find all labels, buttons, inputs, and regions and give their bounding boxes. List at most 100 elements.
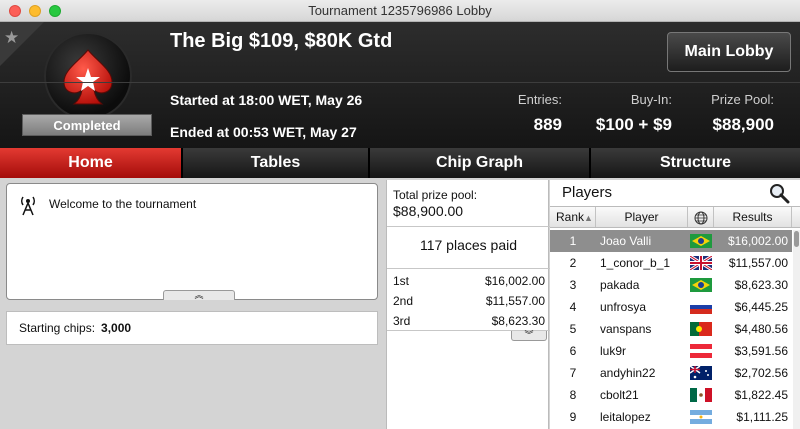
players-panel: Players Rank▲ Player Results 1 Joao Valli… bbox=[550, 180, 800, 429]
payout-row: 3rd $8,623.30 bbox=[393, 314, 545, 328]
payout-amount: $8,623.30 bbox=[491, 314, 545, 328]
window-titlebar: Tournament 1235796986 Lobby bbox=[0, 0, 800, 22]
tab-tables[interactable]: Tables bbox=[183, 148, 370, 178]
antenna-icon bbox=[17, 194, 39, 219]
starting-chips-box: Starting chips: 3,000 bbox=[6, 311, 378, 345]
welcome-panel: Welcome to the tournament ︽ bbox=[6, 183, 378, 300]
player-result: $4,480.56 bbox=[734, 322, 788, 336]
player-result: $11,557.00 bbox=[728, 256, 788, 270]
player-name: Joao Valli bbox=[600, 234, 652, 248]
players-table-header: Rank▲ Player Results bbox=[550, 206, 800, 228]
minimize-window-button[interactable] bbox=[29, 5, 41, 17]
tab-chip-graph[interactable]: Chip Graph bbox=[370, 148, 591, 178]
entries-value: 889 bbox=[533, 115, 562, 134]
player-row[interactable]: 5 vanspans $4,480.56 bbox=[550, 318, 792, 340]
entries-label: Entries: bbox=[517, 92, 562, 107]
welcome-text: Welcome to the tournament bbox=[49, 197, 197, 211]
player-rank: 2 bbox=[569, 256, 577, 270]
austria-flag-icon bbox=[688, 340, 714, 362]
column-player[interactable]: Player bbox=[596, 207, 688, 227]
column-rank-label: Rank bbox=[556, 210, 585, 224]
payout-place: 2nd bbox=[393, 294, 414, 308]
expand-payouts-button[interactable]: ︾ bbox=[511, 331, 547, 341]
player-row[interactable]: 1 Joao Valli $16,002.00 bbox=[550, 230, 792, 252]
header-divider bbox=[0, 82, 800, 83]
search-icon[interactable] bbox=[767, 182, 791, 207]
portugal-flag-icon bbox=[688, 318, 714, 340]
payout-amount: $16,002.00 bbox=[484, 274, 545, 288]
payout-place: 1st bbox=[393, 274, 410, 288]
player-row[interactable]: 4 unfrosya $6,445.25 bbox=[550, 296, 792, 318]
player-rank: 4 bbox=[569, 300, 577, 314]
prize-pool-value: $88,900 bbox=[712, 115, 774, 134]
brazil-flag-icon bbox=[688, 274, 714, 296]
column-country[interactable] bbox=[688, 207, 714, 227]
player-rank: 3 bbox=[569, 278, 577, 292]
favorite-star-icon[interactable]: ★ bbox=[4, 28, 24, 48]
mexico-flag-icon bbox=[688, 384, 714, 406]
uk-flag-icon bbox=[688, 252, 714, 274]
player-row[interactable]: 9 leitalopez $1,111.25 bbox=[550, 406, 792, 428]
player-result: $6,445.25 bbox=[734, 300, 788, 314]
tab-bar: Home Tables Chip Graph Structure bbox=[0, 148, 800, 178]
argentina-flag-icon bbox=[688, 406, 714, 428]
zoom-window-button[interactable] bbox=[49, 5, 61, 17]
buyin-value: $100 + $9 bbox=[595, 115, 672, 134]
column-rank[interactable]: Rank▲ bbox=[550, 207, 596, 227]
player-name: vanspans bbox=[600, 322, 652, 336]
player-result: $8,623.30 bbox=[734, 278, 788, 292]
player-name: cbolt21 bbox=[600, 388, 639, 402]
player-row[interactable]: 3 pakada $8,623.30 bbox=[550, 274, 792, 296]
prize-pool-stat: Prize Pool: $88,900 bbox=[690, 92, 774, 135]
close-window-button[interactable] bbox=[9, 5, 21, 17]
players-title: Players bbox=[562, 184, 613, 201]
expand-welcome-button[interactable]: ︽ bbox=[163, 290, 235, 300]
prize-panel: Total prize pool: $88,900.00 117 places … bbox=[386, 180, 550, 429]
player-row[interactable]: 2 1_conor_b_1 $11,557.00 bbox=[550, 252, 792, 274]
player-name: 1_conor_b_1 bbox=[600, 256, 671, 270]
tournament-header: ★ Completed The Big $109, $80K Gtd Start… bbox=[0, 22, 800, 148]
payout-row: 1st $16,002.00 bbox=[393, 274, 545, 288]
prize-divider bbox=[387, 268, 550, 269]
russia-flag-icon bbox=[688, 296, 714, 318]
tournament-title: The Big $109, $80K Gtd bbox=[170, 30, 393, 52]
start-time: Started at 18:00 WET, May 26 bbox=[170, 92, 363, 108]
globe-icon bbox=[694, 211, 707, 225]
window-title: Tournament 1235796986 Lobby bbox=[308, 3, 492, 18]
player-name: unfrosya bbox=[600, 300, 647, 314]
player-name: luk9r bbox=[600, 344, 627, 358]
column-results[interactable]: Results bbox=[714, 207, 792, 227]
payout-amount: $11,557.00 bbox=[485, 294, 545, 308]
player-name: andyhin22 bbox=[600, 366, 656, 380]
scrollbar-thumb[interactable] bbox=[794, 231, 799, 247]
player-result: $3,591.56 bbox=[734, 344, 788, 358]
starting-chips-label: Starting chips: bbox=[19, 321, 96, 335]
brazil-flag-icon bbox=[688, 230, 714, 252]
player-rank: 7 bbox=[569, 366, 577, 380]
end-time: Ended at 00:53 WET, May 27 bbox=[170, 124, 357, 140]
total-prize-label: Total prize pool: bbox=[393, 188, 478, 202]
player-name: pakada bbox=[600, 278, 640, 292]
tab-structure[interactable]: Structure bbox=[591, 148, 800, 178]
status-badge: Completed bbox=[22, 114, 152, 136]
players-scrollbar[interactable] bbox=[793, 230, 800, 429]
australia-flag-icon bbox=[688, 362, 714, 384]
payout-row: 2nd $11,557.00 bbox=[393, 294, 545, 308]
player-name: leitalopez bbox=[600, 410, 651, 424]
total-prize-value: $88,900.00 bbox=[393, 203, 464, 219]
entries-stat: Entries: 889 bbox=[480, 92, 562, 135]
player-result: $16,002.00 bbox=[727, 234, 788, 248]
main-lobby-button[interactable]: Main Lobby bbox=[667, 32, 791, 72]
player-rank: 6 bbox=[569, 344, 577, 358]
prize-pool-label: Prize Pool: bbox=[711, 92, 774, 107]
tab-home[interactable]: Home bbox=[0, 148, 183, 178]
player-rank: 1 bbox=[569, 234, 577, 248]
player-rank: 5 bbox=[569, 322, 577, 336]
player-row[interactable]: 6 luk9r $3,591.56 bbox=[550, 340, 792, 362]
player-result: $1,822.45 bbox=[734, 388, 788, 402]
starting-chips-value: 3,000 bbox=[101, 321, 132, 335]
player-row[interactable]: 8 cbolt21 $1,822.45 bbox=[550, 384, 792, 406]
sort-asc-icon: ▲ bbox=[584, 213, 593, 223]
player-row[interactable]: 7 andyhin22 $2,702.56 bbox=[550, 362, 792, 384]
player-result: $1,111.25 bbox=[736, 410, 788, 424]
